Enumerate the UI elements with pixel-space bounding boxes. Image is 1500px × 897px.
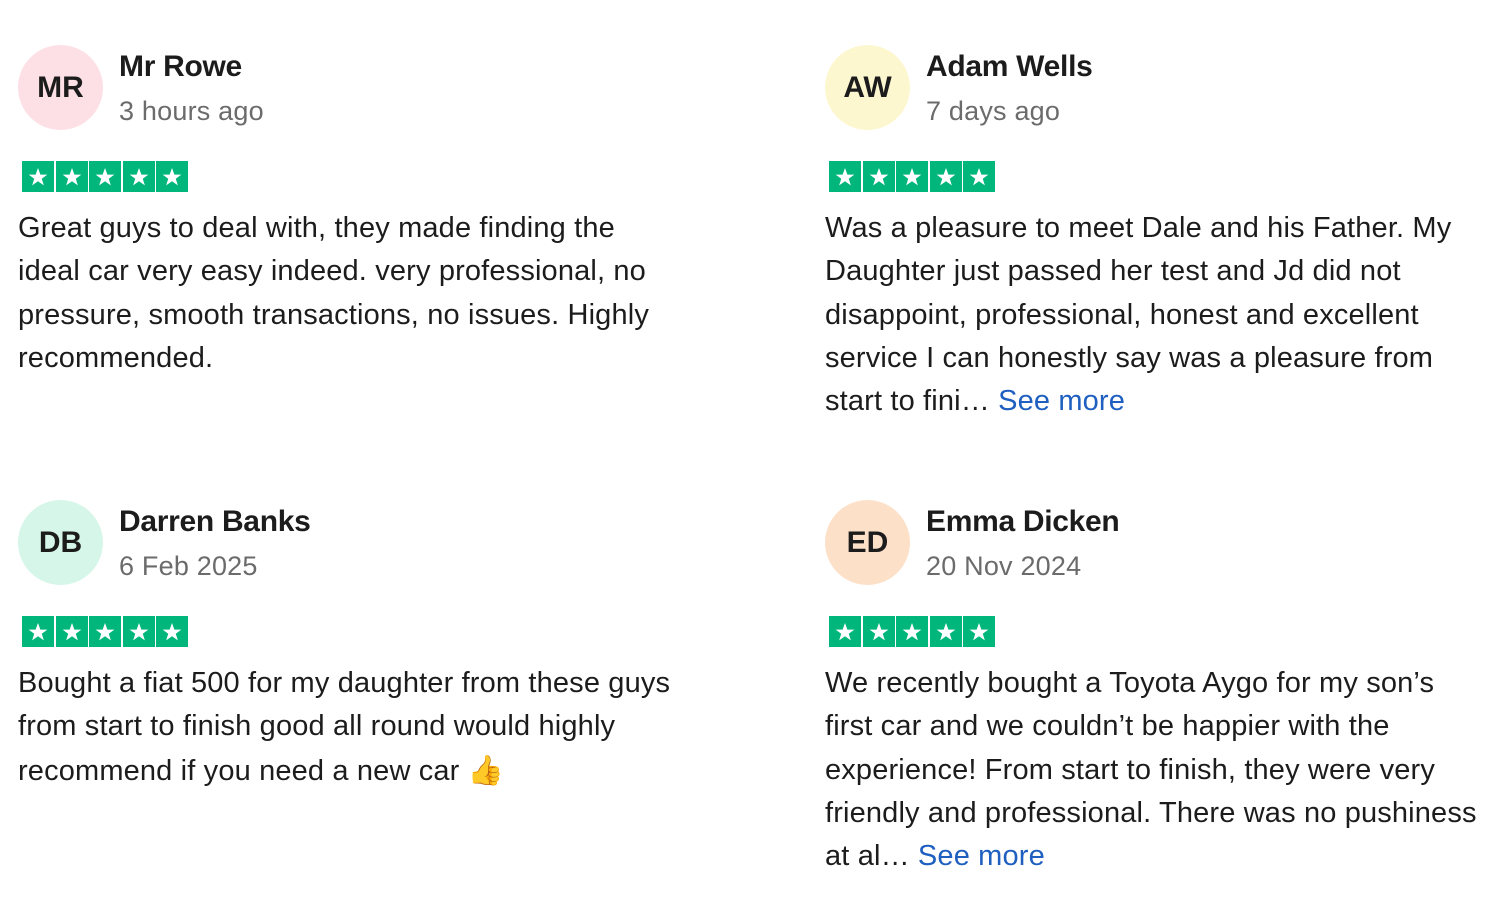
star-icon bbox=[122, 161, 155, 192]
star-icon bbox=[963, 161, 995, 192]
star-icon bbox=[156, 616, 188, 647]
review-text: Was a pleasure to meet Dale and his Fath… bbox=[825, 207, 1485, 423]
reviewer-name[interactable]: Darren Banks bbox=[119, 504, 311, 540]
review-header: AW Adam Wells 7 days ago bbox=[825, 45, 1490, 131]
star-icon bbox=[862, 616, 895, 647]
review-date: 3 hours ago bbox=[119, 96, 264, 126]
reviewer-meta: Adam Wells 7 days ago bbox=[926, 45, 1093, 128]
star-icon bbox=[829, 616, 861, 647]
reviewer-name[interactable]: Emma Dicken bbox=[926, 504, 1120, 540]
star-icon bbox=[89, 616, 121, 647]
reviewer-name[interactable]: Adam Wells bbox=[926, 49, 1093, 85]
star-icon bbox=[22, 161, 54, 192]
avatar: DB bbox=[18, 500, 103, 585]
review-date: 6 Feb 2025 bbox=[119, 551, 258, 581]
review-text: Bought a fiat 500 for my daughter from t… bbox=[18, 662, 683, 793]
reviewer-meta: Emma Dicken 20 Nov 2024 bbox=[926, 500, 1120, 583]
thumbs-up-icon: 👍 bbox=[467, 752, 504, 787]
review-card: MR Mr Rowe 3 hours ago Great guys to dea… bbox=[18, 45, 683, 380]
star-rating bbox=[22, 161, 683, 192]
see-more-link[interactable]: See more bbox=[998, 385, 1125, 417]
star-icon bbox=[122, 616, 155, 647]
star-rating bbox=[829, 161, 1490, 192]
reviewer-meta: Darren Banks 6 Feb 2025 bbox=[119, 500, 311, 583]
review-header: ED Emma Dicken 20 Nov 2024 bbox=[825, 500, 1490, 586]
star-icon bbox=[22, 616, 54, 647]
review-text-content: Great guys to deal with, they made findi… bbox=[18, 212, 649, 374]
star-icon bbox=[896, 161, 928, 192]
star-rating bbox=[829, 616, 1490, 647]
reviewer-name[interactable]: Mr Rowe bbox=[119, 49, 264, 85]
star-icon bbox=[156, 161, 188, 192]
avatar: MR bbox=[18, 45, 103, 130]
star-icon bbox=[55, 161, 88, 192]
star-rating bbox=[22, 616, 683, 647]
star-icon bbox=[929, 616, 962, 647]
reviewer-meta: Mr Rowe 3 hours ago bbox=[119, 45, 264, 128]
review-card: AW Adam Wells 7 days ago Was a pleasure … bbox=[825, 45, 1490, 423]
avatar: ED bbox=[825, 500, 910, 585]
review-text-content: Bought a fiat 500 for my daughter from t… bbox=[18, 667, 671, 787]
review-text: We recently bought a Toyota Aygo for my … bbox=[825, 662, 1485, 878]
review-text: Great guys to deal with, they made findi… bbox=[18, 207, 683, 380]
review-header: DB Darren Banks 6 Feb 2025 bbox=[18, 500, 683, 586]
star-icon bbox=[963, 616, 995, 647]
review-card: ED Emma Dicken 20 Nov 2024 We recently b… bbox=[825, 500, 1490, 878]
reviews-grid: MR Mr Rowe 3 hours ago Great guys to dea… bbox=[0, 0, 1500, 897]
star-icon bbox=[929, 161, 962, 192]
star-icon bbox=[89, 161, 121, 192]
review-card: DB Darren Banks 6 Feb 2025 Bought a fiat… bbox=[18, 500, 683, 793]
avatar: AW bbox=[825, 45, 910, 130]
review-date: 20 Nov 2024 bbox=[926, 551, 1082, 581]
review-header: MR Mr Rowe 3 hours ago bbox=[18, 45, 683, 131]
star-icon bbox=[829, 161, 861, 192]
see-more-link[interactable]: See more bbox=[918, 840, 1045, 872]
review-text-content: Was a pleasure to meet Dale and his Fath… bbox=[825, 212, 1452, 418]
star-icon bbox=[862, 161, 895, 192]
star-icon bbox=[896, 616, 928, 647]
star-icon bbox=[55, 616, 88, 647]
review-date: 7 days ago bbox=[926, 96, 1061, 126]
